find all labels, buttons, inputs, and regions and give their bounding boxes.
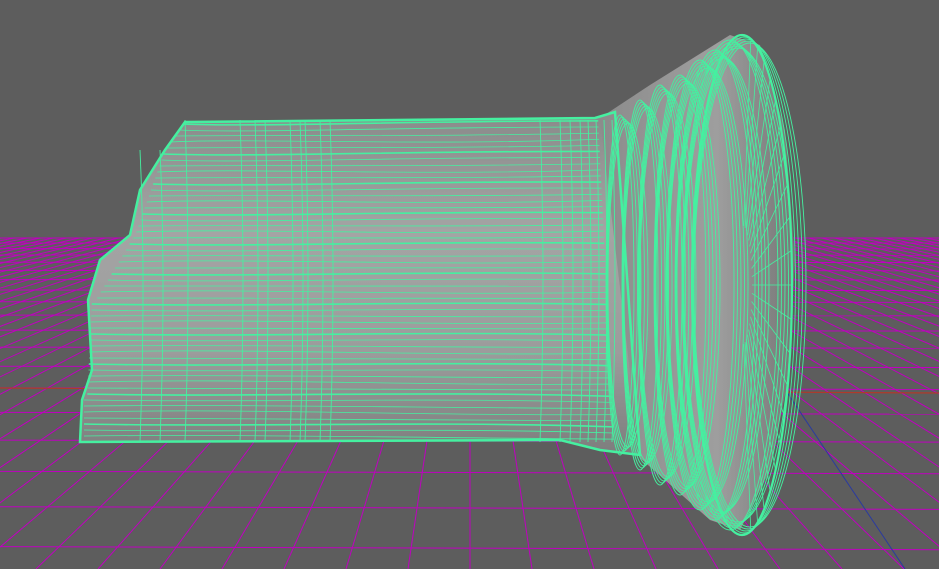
grid-line xyxy=(821,237,939,268)
grid-line xyxy=(847,237,939,260)
grid-line xyxy=(0,237,93,261)
viewport-scene[interactable] xyxy=(0,0,939,569)
grid-line xyxy=(0,237,80,257)
column-shaft-surface xyxy=(80,112,640,455)
grid-line xyxy=(0,237,54,250)
grid-line xyxy=(834,237,939,264)
column-mesh[interactable] xyxy=(78,33,807,537)
3d-viewport[interactable] xyxy=(0,0,939,569)
wire-edge xyxy=(104,285,607,287)
wire-edge xyxy=(115,267,606,269)
grid-line xyxy=(886,237,939,250)
